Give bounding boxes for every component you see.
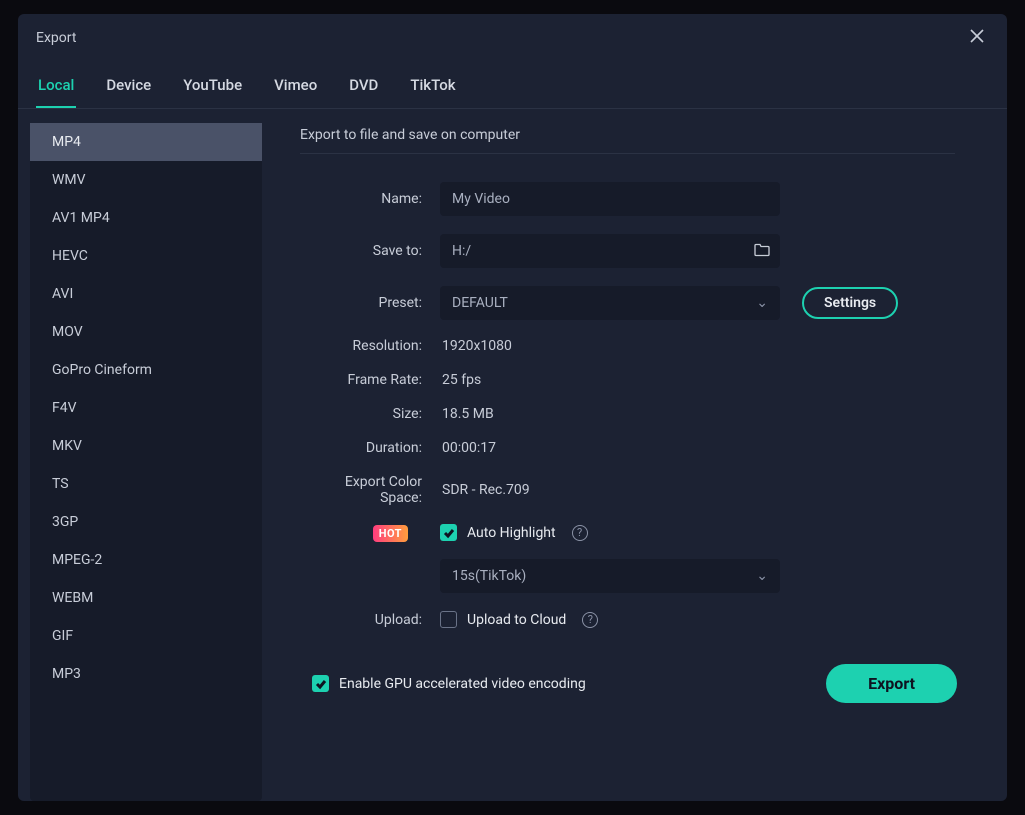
hot-badge: HOT bbox=[373, 525, 408, 542]
highlight-preset-value: 15s(TikTok) bbox=[452, 568, 526, 584]
tab-device[interactable]: Device bbox=[104, 68, 153, 108]
format-mov[interactable]: MOV bbox=[30, 313, 262, 351]
format-hevc[interactable]: HEVC bbox=[30, 237, 262, 275]
format-av1-mp4[interactable]: AV1 MP4 bbox=[30, 199, 262, 237]
label-preset: Preset: bbox=[300, 295, 440, 311]
format-3gp[interactable]: 3GP bbox=[30, 503, 262, 541]
resolution-value: 1920x1080 bbox=[440, 338, 512, 354]
settings-button[interactable]: Settings bbox=[802, 287, 898, 319]
label-duration: Duration: bbox=[300, 440, 440, 456]
label-saveto: Save to: bbox=[300, 243, 440, 259]
format-ts[interactable]: TS bbox=[30, 465, 262, 503]
format-gopro[interactable]: GoPro Cineform bbox=[30, 351, 262, 389]
format-mpeg2[interactable]: MPEG-2 bbox=[30, 541, 262, 579]
chevron-down-icon: ⌄ bbox=[756, 568, 768, 584]
export-dialog: Export Local Device YouTube Vimeo DVD Ti… bbox=[18, 14, 1007, 801]
close-icon bbox=[969, 28, 985, 44]
format-mp4[interactable]: MP4 bbox=[30, 123, 262, 161]
label-framerate: Frame Rate: bbox=[300, 372, 440, 388]
tab-local[interactable]: Local bbox=[36, 68, 76, 108]
tab-dvd[interactable]: DVD bbox=[347, 68, 380, 108]
check-icon bbox=[315, 678, 327, 690]
upload-cloud-checkbox[interactable] bbox=[440, 611, 457, 628]
dialog-body: MP4 WMV AV1 MP4 HEVC AVI MOV GoPro Cinef… bbox=[18, 109, 1007, 801]
tab-youtube[interactable]: YouTube bbox=[181, 68, 244, 108]
format-wmv[interactable]: WMV bbox=[30, 161, 262, 199]
format-avi[interactable]: AVI bbox=[30, 275, 262, 313]
auto-highlight-label: Auto Highlight bbox=[467, 525, 556, 541]
label-size: Size: bbox=[300, 406, 440, 422]
name-input[interactable] bbox=[440, 182, 780, 216]
highlight-preset-select[interactable]: 15s(TikTok) ⌄ bbox=[440, 559, 780, 593]
help-auto-highlight[interactable]: ? bbox=[572, 525, 588, 541]
dialog-header: Export bbox=[18, 14, 1007, 60]
label-name: Name: bbox=[300, 191, 440, 207]
preset-value: DEFAULT bbox=[452, 295, 508, 311]
format-mkv[interactable]: MKV bbox=[30, 427, 262, 465]
format-mp3[interactable]: MP3 bbox=[30, 655, 262, 693]
export-button[interactable]: Export bbox=[826, 664, 957, 703]
dialog-footer: Enable GPU accelerated video encoding Ex… bbox=[300, 646, 965, 711]
duration-value: 00:00:17 bbox=[440, 440, 496, 456]
label-upload: Upload: bbox=[300, 612, 440, 628]
close-button[interactable] bbox=[965, 24, 989, 52]
size-value: 18.5 MB bbox=[440, 406, 494, 422]
main-panel: Export to file and save on computer Name… bbox=[262, 123, 995, 801]
help-upload-cloud[interactable]: ? bbox=[582, 612, 598, 628]
gpu-checkbox[interactable] bbox=[312, 675, 329, 692]
saveto-input[interactable] bbox=[440, 234, 780, 268]
upload-cloud-label: Upload to Cloud bbox=[467, 612, 566, 628]
browse-folder-button[interactable] bbox=[754, 242, 770, 261]
colorspace-value: SDR - Rec.709 bbox=[440, 482, 530, 498]
format-sidebar: MP4 WMV AV1 MP4 HEVC AVI MOV GoPro Cinef… bbox=[30, 123, 262, 801]
folder-icon bbox=[754, 243, 770, 257]
format-f4v[interactable]: F4V bbox=[30, 389, 262, 427]
framerate-value: 25 fps bbox=[440, 372, 481, 388]
label-resolution: Resolution: bbox=[300, 338, 440, 354]
tab-bar: Local Device YouTube Vimeo DVD TikTok bbox=[18, 60, 1007, 109]
tab-tiktok[interactable]: TikTok bbox=[408, 68, 457, 108]
format-gif[interactable]: GIF bbox=[30, 617, 262, 655]
dialog-title: Export bbox=[36, 30, 76, 46]
chevron-down-icon: ⌄ bbox=[756, 295, 768, 311]
gpu-label: Enable GPU accelerated video encoding bbox=[339, 676, 586, 692]
auto-highlight-checkbox[interactable] bbox=[440, 524, 457, 541]
label-colorspace: Export Color Space: bbox=[300, 474, 440, 506]
section-title: Export to file and save on computer bbox=[300, 127, 955, 154]
tab-vimeo[interactable]: Vimeo bbox=[272, 68, 319, 108]
preset-select[interactable]: DEFAULT ⌄ bbox=[440, 286, 780, 320]
format-webm[interactable]: WEBM bbox=[30, 579, 262, 617]
check-icon bbox=[443, 527, 455, 539]
